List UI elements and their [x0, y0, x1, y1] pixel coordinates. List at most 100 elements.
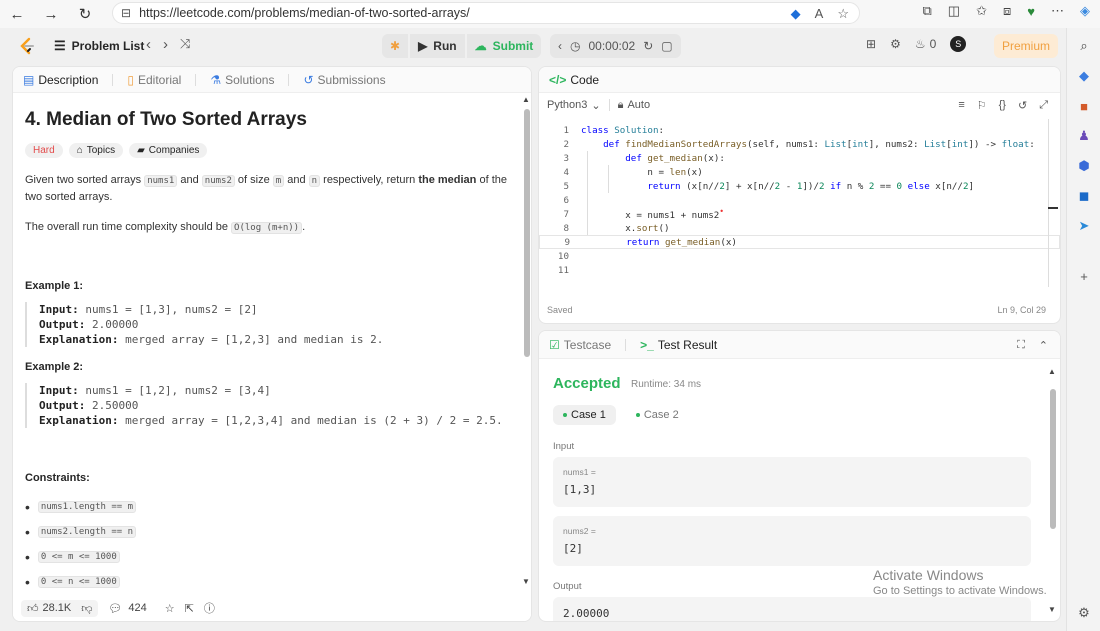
description-scrollbar[interactable] — [524, 109, 530, 357]
more-menu-icon[interactable]: ⋯ — [1051, 3, 1064, 19]
thumbs-up-icon: 👍︎ — [27, 602, 39, 615]
runtime-value: Runtime: 34 ms — [631, 379, 702, 390]
constraint-code: 0 <= n <= 1000 — [37, 575, 120, 588]
problem-list-button[interactable]: ☰ Problem List — [54, 38, 144, 54]
constraint-item: 0 <= m <= 1000 — [25, 544, 515, 569]
url-text: https://leetcode.com/problems/median-of-… — [139, 6, 470, 20]
extension-tag-icon[interactable]: ◆ — [791, 6, 801, 22]
case-1-tab[interactable]: Case 1 — [553, 405, 616, 425]
timer[interactable]: ‹ ◷ 00:00:02 ↻ ▢ — [550, 34, 681, 58]
favorites-icon[interactable]: ✩ — [976, 3, 987, 19]
help-icon[interactable]: ⓘ — [204, 600, 215, 616]
submit-button[interactable]: ☁ Submit — [466, 34, 542, 58]
copilot-icon[interactable]: ◈ — [1080, 3, 1090, 19]
comments-button[interactable]: 💬︎ 424 — [108, 602, 146, 615]
language-select[interactable]: Python3 ⌄ — [547, 99, 601, 112]
chevron-down-icon: ⌄ — [591, 99, 601, 112]
send-icon[interactable]: ➤ — [1074, 216, 1094, 236]
streak-counter[interactable]: ♨ 0 — [915, 37, 936, 51]
code-line: 4 n = len(x) — [563, 166, 703, 178]
m365-icon[interactable]: ⬢ — [1074, 156, 1094, 176]
companies-tag[interactable]: ▰ Companies — [129, 143, 208, 158]
tag-icon[interactable]: ◆ — [1074, 66, 1094, 86]
tab-submissions[interactable]: ↺ Submissions — [303, 73, 385, 87]
next-problem-icon[interactable]: › — [163, 36, 168, 53]
outlook-icon[interactable]: ◼ — [1074, 186, 1094, 206]
problem-title: 4. Median of Two Sorted Arrays — [25, 109, 307, 130]
result-scrollbar[interactable] — [1050, 389, 1056, 529]
scroll-up-icon[interactable]: ▲ — [522, 95, 530, 104]
reset-timer-icon[interactable]: ↻ — [643, 39, 653, 53]
output-label: Output — [553, 581, 582, 592]
scroll-down-icon[interactable]: ▼ — [1048, 605, 1056, 614]
split-screen-icon[interactable]: ◫ — [948, 3, 960, 19]
tab-test-result[interactable]: >_ Test Result — [640, 338, 717, 352]
editor-status: Saved Ln 9, Col 29 — [547, 305, 1046, 315]
editor-toolbar: Python3 ⌄ 🔒︎ Auto ≡ ⚐ {} ↺ ⤢ — [539, 93, 1060, 117]
back-icon[interactable]: ← — [0, 0, 34, 28]
description-footer: 👍︎ 28.1K 👎︎ 💬︎ 424 ☆ ⇱ ⓘ — [13, 595, 531, 621]
input-value: nums1 = [1,3], nums2 = [2] — [78, 303, 258, 316]
layout-icon[interactable]: ⊞ — [866, 37, 876, 51]
avatar[interactable]: S — [950, 36, 967, 52]
read-aloud-icon[interactable]: A — [815, 6, 824, 22]
bookmark-icon[interactable]: ⚐ — [977, 99, 987, 112]
run-label: Run — [433, 39, 457, 53]
collapse-timer-icon[interactable]: ‹ — [558, 39, 562, 53]
output-label: Output: — [39, 399, 86, 412]
scroll-down-icon[interactable]: ▼ — [522, 577, 530, 586]
reset-code-icon[interactable]: ↺ — [1018, 99, 1027, 112]
language-value: Python3 — [547, 98, 588, 111]
prev-problem-icon[interactable]: ‹ — [146, 36, 151, 53]
add-icon[interactable]: + — [1074, 266, 1094, 286]
leetcode-logo[interactable] — [18, 37, 36, 55]
random-problem-icon[interactable]: ⤨ — [180, 36, 190, 53]
like-button[interactable]: 👍︎ 28.1K 👎︎ — [21, 599, 99, 617]
run-button[interactable]: ▶ Run — [410, 34, 465, 58]
inline-code: n — [308, 175, 321, 187]
tab-editorial[interactable]: ▯ Editorial — [127, 73, 181, 87]
var-value: [2] — [563, 542, 583, 555]
scroll-up-icon[interactable]: ▲ — [1048, 367, 1056, 376]
forward-icon[interactable]: → — [34, 0, 68, 28]
watermark-line-2: Go to Settings to activate Windows. — [873, 585, 1047, 597]
expand-icon[interactable]: ⤢ — [1039, 99, 1048, 112]
topics-tag[interactable]: ⌂ Topics — [68, 143, 124, 158]
format-icon[interactable]: ≡ — [958, 99, 964, 112]
topics-label: Topics — [86, 145, 116, 156]
tab-solutions-label: Solutions — [225, 72, 275, 87]
search-icon[interactable]: ⌕ — [1074, 36, 1094, 56]
case-tabs: Case 1 Case 2 — [553, 405, 689, 425]
notes-icon[interactable]: ▢ — [661, 39, 672, 53]
braces-icon[interactable]: {} — [999, 99, 1006, 112]
browser-essentials-icon[interactable]: ♥ — [1027, 4, 1035, 19]
collapse-icon[interactable]: ⌃ — [1039, 339, 1048, 352]
tab-testcase[interactable]: ☑ Testcase — [549, 338, 611, 352]
auto-mode[interactable]: 🔒︎ Auto — [618, 99, 651, 112]
maximize-icon[interactable]: ⛶ — [1017, 339, 1025, 352]
debug-button[interactable]: ✱ — [382, 34, 409, 58]
settings-icon[interactable]: ⚙ — [1074, 603, 1094, 623]
description-panel: ▤ Description ▯ Editorial ⚗ Solutions ↺ … — [12, 66, 532, 622]
star-icon[interactable]: ☆ — [165, 602, 175, 615]
var-name: nums1 = — [563, 467, 596, 477]
games-icon[interactable]: ♟ — [1074, 126, 1094, 146]
extensions-icon[interactable]: ⧉ — [923, 3, 932, 19]
tab-code[interactable]: </> Code — [549, 73, 599, 87]
thumbs-down-icon[interactable]: 👎︎ — [81, 602, 92, 615]
collections-icon[interactable]: ⧈ — [1003, 3, 1011, 19]
tab-solutions[interactable]: ⚗ Solutions — [210, 73, 274, 87]
share-icon[interactable]: ⇱ — [185, 602, 194, 615]
case-2-tab[interactable]: Case 2 — [626, 405, 689, 425]
settings-gear-icon[interactable]: ⚙ — [890, 37, 901, 51]
favorite-star-icon[interactable]: ☆ — [837, 6, 849, 22]
toolbox-icon[interactable]: ■ — [1074, 96, 1094, 116]
tab-description[interactable]: ▤ Description — [23, 73, 98, 87]
premium-button[interactable]: Premium — [994, 34, 1058, 58]
address-bar[interactable]: ⊟ https://leetcode.com/problems/median-o… — [112, 2, 860, 24]
site-info-icon[interactable]: ⊟ — [121, 6, 131, 20]
refresh-icon[interactable]: ↻ — [68, 0, 102, 28]
code-editor[interactable]: 1 class Solution: 2 def findMedianSortedA… — [539, 119, 1060, 319]
constraint-item: 0 <= n <= 1000 — [25, 569, 515, 594]
statement-text: of size — [234, 174, 273, 186]
